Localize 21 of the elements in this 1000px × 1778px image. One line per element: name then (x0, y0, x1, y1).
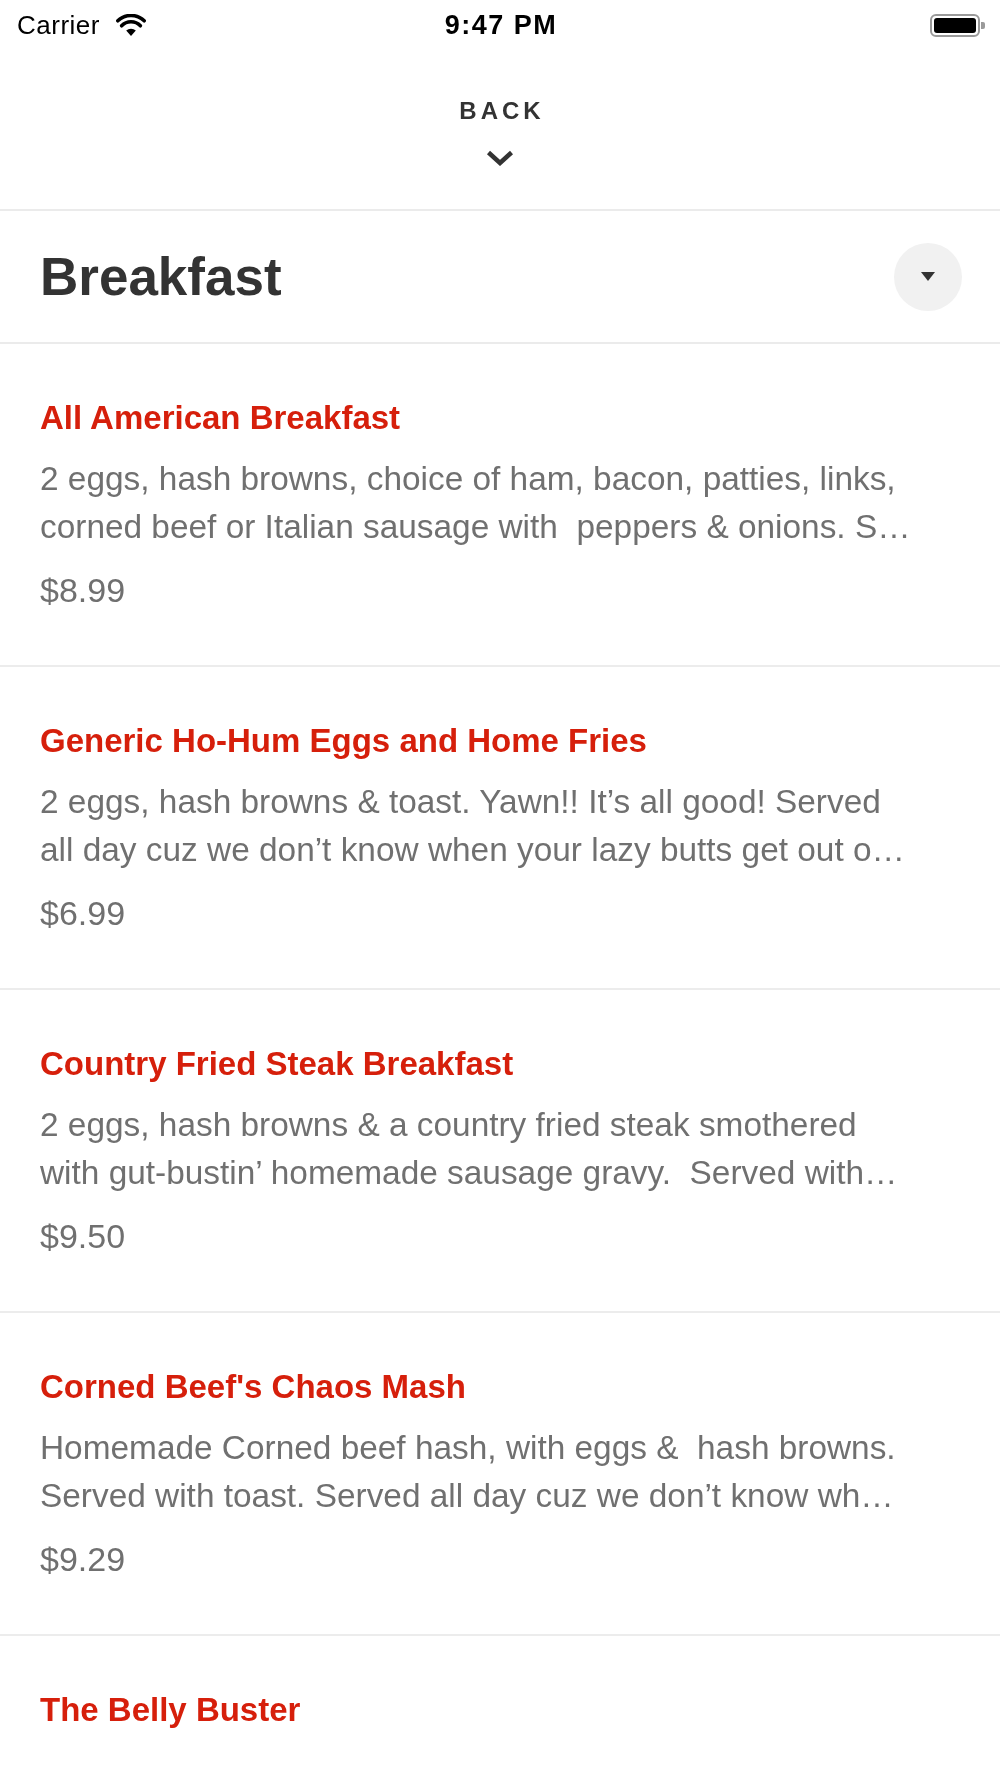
item-description: 2 eggs, hash browns & a country fried steak smothered with gut-bustin’ homemade sausage gravy. Served with… (40, 1105, 899, 1193)
wifi-icon (115, 13, 146, 37)
item-price: $8.99 (40, 570, 127, 611)
item-description: 2 eggs, hash browns, choice of ham, bacon, patties, links, corned beef or Italian sausage with peppers & onions. S… (40, 459, 912, 547)
item-description: 2 eggs, hash browns & toast. Yawn!! It’s all good! Served all day cuz we don’t know when your lazy butts get out o… (40, 782, 906, 870)
item-price: $9.50 (40, 1216, 127, 1257)
item-description: Homemade Corned beef hash, with eggs & hash browns. Served with toast. Served all day cuz we don’t know wh… (40, 1428, 897, 1516)
item-price: $9.29 (40, 1539, 127, 1580)
caret-icon (921, 272, 935, 281)
item-name[interactable]: Country Fried Steak Breakfast (40, 1043, 960, 1085)
status-time: 9:47 PM (444, 9, 558, 41)
item-name[interactable]: Corned Beef's Chaos Mash (40, 1366, 960, 1408)
chevron-down-icon (486, 150, 514, 166)
back-button[interactable]: BACK (455, 96, 545, 166)
item-name[interactable]: The Belly Buster (40, 1689, 960, 1731)
item-name[interactable]: Generic Ho-Hum Eggs and Home Fries (40, 720, 960, 762)
battery-icon (930, 13, 985, 37)
item-price: $6.99 (40, 893, 127, 934)
item-name[interactable]: All American Breakfast (40, 397, 960, 439)
section-title: Breakfast (40, 245, 282, 308)
carrier-name: Carrier (17, 9, 100, 41)
